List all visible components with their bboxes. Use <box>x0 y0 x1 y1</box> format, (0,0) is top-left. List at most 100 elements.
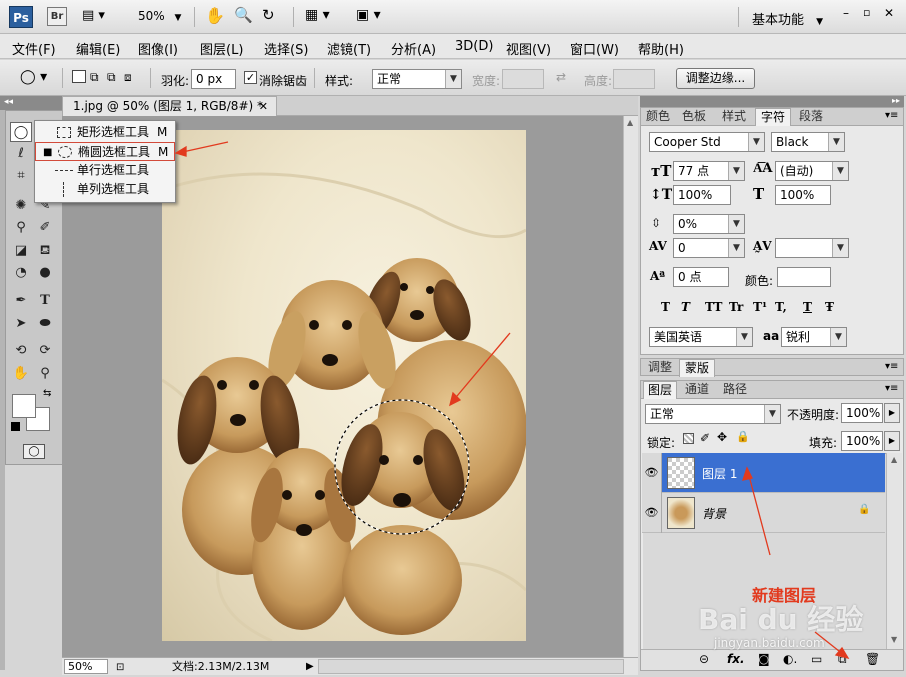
tab-styles[interactable]: 样式 <box>717 108 751 126</box>
layer-row-background[interactable]: 👁 背景 🔒 <box>642 493 885 533</box>
eraser-tool-icon[interactable]: ◪ <box>10 241 32 261</box>
rotate-view-icon[interactable]: ↻ <box>262 6 275 24</box>
swap-colors-icon[interactable]: ⇆ <box>43 388 51 399</box>
menu-analysis[interactable]: 分析(A) <box>391 39 436 58</box>
visibility-eye-icon[interactable]: 👁 <box>642 453 662 493</box>
foreground-color-swatch[interactable] <box>12 394 36 418</box>
refine-edge-button[interactable]: 调整边缘... <box>676 68 755 89</box>
tab-adjustments[interactable]: 调整 <box>643 359 677 377</box>
subscript-button[interactable]: T, <box>775 300 787 314</box>
ellipse-shape-icon[interactable]: ⬬ <box>34 314 56 334</box>
style-select[interactable]: 正常 ▼ <box>372 69 462 89</box>
add-to-selection-icon[interactable]: ⧉ <box>90 70 99 85</box>
tab-character[interactable]: 字符 <box>755 108 791 126</box>
spot-healing-icon[interactable]: ✺ <box>10 196 32 216</box>
tab-paragraph[interactable]: 段落 <box>793 108 829 126</box>
lasso-tool-icon[interactable]: ℓ <box>10 144 32 164</box>
link-layers-icon[interactable]: ⊝ <box>699 652 709 666</box>
delete-layer-icon[interactable]: 🗑 <box>865 652 880 666</box>
tab-swatches[interactable]: 色板 <box>677 108 711 126</box>
menu-image[interactable]: 图像(I) <box>138 39 178 58</box>
tab-masks[interactable]: 蒙版 <box>679 359 715 377</box>
font-style-select[interactable]: Black ▼ <box>771 132 845 152</box>
intersect-selection-icon[interactable]: ⧈ <box>124 70 132 85</box>
crop-tool-icon[interactable]: ⌗ <box>10 166 32 186</box>
layer-style-fx-icon[interactable]: fx. <box>727 652 745 666</box>
path-selection-icon[interactable]: ➤ <box>10 314 32 334</box>
screen-mode-button[interactable]: ▣ ▾ <box>356 7 381 23</box>
kerning-select[interactable]: 0 ▼ <box>673 238 745 258</box>
hand-tool-icon[interactable]: ✋ <box>205 6 225 25</box>
arrange-documents-button[interactable]: ▦ ▾ <box>305 7 330 23</box>
pen-tool-icon[interactable]: ✒ <box>10 291 32 311</box>
opacity-input[interactable]: 100% <box>841 403 883 423</box>
all-caps-button[interactable]: TT <box>705 300 722 314</box>
menu-select[interactable]: 选择(S) <box>264 39 308 58</box>
status-zoom-input[interactable]: 50% <box>64 659 108 674</box>
clone-stamp-icon[interactable]: ⚲ <box>10 218 32 238</box>
type-tool-icon[interactable]: T <box>34 291 56 311</box>
3d-orbit-icon[interactable]: ⟳ <box>34 341 56 361</box>
blend-mode-select[interactable]: 正常 ▼ <box>645 404 781 424</box>
new-selection-icon[interactable] <box>72 70 86 83</box>
launch-bridge-button[interactable]: Br <box>47 7 67 26</box>
dodge-tool-icon[interactable]: ● <box>34 263 56 283</box>
tab-paths[interactable]: 路径 <box>717 381 753 399</box>
fill-slider-arrow-icon[interactable]: ▶ <box>884 431 900 451</box>
status-options-icon[interactable]: ⊡ <box>116 659 124 676</box>
layers-scrollbar[interactable]: ▲ ▼ <box>886 453 902 649</box>
lock-transparent-icon[interactable] <box>683 433 694 444</box>
flyout-item-single-row[interactable]: 单行选框工具 <box>35 161 175 180</box>
underline-button[interactable]: T <box>803 300 812 314</box>
add-mask-icon[interactable]: ◙ <box>758 652 770 666</box>
font-family-select[interactable]: Cooper Std ▼ <box>649 132 765 152</box>
restore-icon[interactable]: ▫ <box>863 6 870 19</box>
view-extras-button[interactable]: ▤ ▾ <box>82 8 116 26</box>
language-select[interactable]: 美国英语 ▼ <box>649 327 753 347</box>
antialias-checkbox[interactable]: ✓ <box>244 71 257 84</box>
zoom-tool-icon[interactable]: ⚲ <box>34 364 56 384</box>
menu-3d[interactable]: 3D(D) <box>455 39 493 54</box>
faux-italic-button[interactable]: T <box>681 300 690 314</box>
layer-row-layer1[interactable]: 👁 图层 1 <box>642 453 885 493</box>
font-size-select[interactable]: 77 点 ▼ <box>673 161 745 181</box>
antialias-select[interactable]: 锐利 ▼ <box>781 327 847 347</box>
vertical-scrollbar[interactable]: ▲ <box>623 116 638 657</box>
zoom-tool-icon[interactable]: 🔍 <box>234 6 253 24</box>
close-icon[interactable]: ✕ <box>259 97 268 116</box>
menu-help[interactable]: 帮助(H) <box>638 39 684 58</box>
workspace-switcher[interactable]: 基本功能 ▼ <box>752 9 823 28</box>
text-color-swatch[interactable] <box>777 267 831 287</box>
opacity-slider-arrow-icon[interactable]: ▶ <box>884 403 900 423</box>
hand-tool-icon[interactable]: ✋ <box>10 364 32 384</box>
panel-menu-icon[interactable]: ▾≡ <box>885 383 898 394</box>
adjustment-layer-icon[interactable]: ◐. <box>783 652 797 666</box>
scroll-up-icon[interactable]: ▲ <box>891 455 897 464</box>
tool-preset-picker[interactable]: ◯ ▾ <box>20 69 47 85</box>
document-tab[interactable]: 1.jpg @ 50% (图层 1, RGB/8#) * ✕ <box>62 96 277 116</box>
marquee-tool-icon[interactable]: ◯ <box>10 122 32 142</box>
superscript-button[interactable]: T¹ <box>753 300 767 314</box>
horizontal-scrollbar[interactable] <box>318 659 624 674</box>
visibility-eye-icon[interactable]: 👁 <box>642 493 662 533</box>
lock-position-icon[interactable]: ✥ <box>717 430 727 444</box>
lock-all-icon[interactable]: 🔒 <box>736 430 750 443</box>
panel-dock-header[interactable]: ▸▸ <box>640 96 904 107</box>
flyout-item-rect-marquee[interactable]: 矩形选框工具 M <box>35 123 175 142</box>
leading-select[interactable]: (自动) ▼ <box>775 161 849 181</box>
tab-color[interactable]: 颜色 <box>643 108 673 126</box>
vertical-scale-input[interactable]: 100% <box>673 185 731 205</box>
tracking-select[interactable]: ▼ <box>775 238 849 258</box>
flyout-item-ellipse-marquee[interactable]: ■ 椭圆选框工具 M <box>35 142 175 161</box>
new-group-icon[interactable]: ▭ <box>811 652 822 666</box>
history-brush-icon[interactable]: ✐ <box>34 218 56 238</box>
faux-bold-button[interactable]: T <box>661 300 670 314</box>
document-image[interactable] <box>161 130 528 643</box>
fill-input[interactable]: 100% <box>841 431 883 451</box>
tsume-select[interactable]: 0% ▼ <box>673 214 745 234</box>
baseline-shift-input[interactable]: 0 点 <box>673 267 729 287</box>
flyout-item-single-column[interactable]: 单列选框工具 <box>35 180 175 199</box>
minimize-icon[interactable]: – <box>843 6 849 20</box>
3d-rotate-icon[interactable]: ⟲ <box>10 341 32 361</box>
menu-edit[interactable]: 编辑(E) <box>76 39 120 58</box>
